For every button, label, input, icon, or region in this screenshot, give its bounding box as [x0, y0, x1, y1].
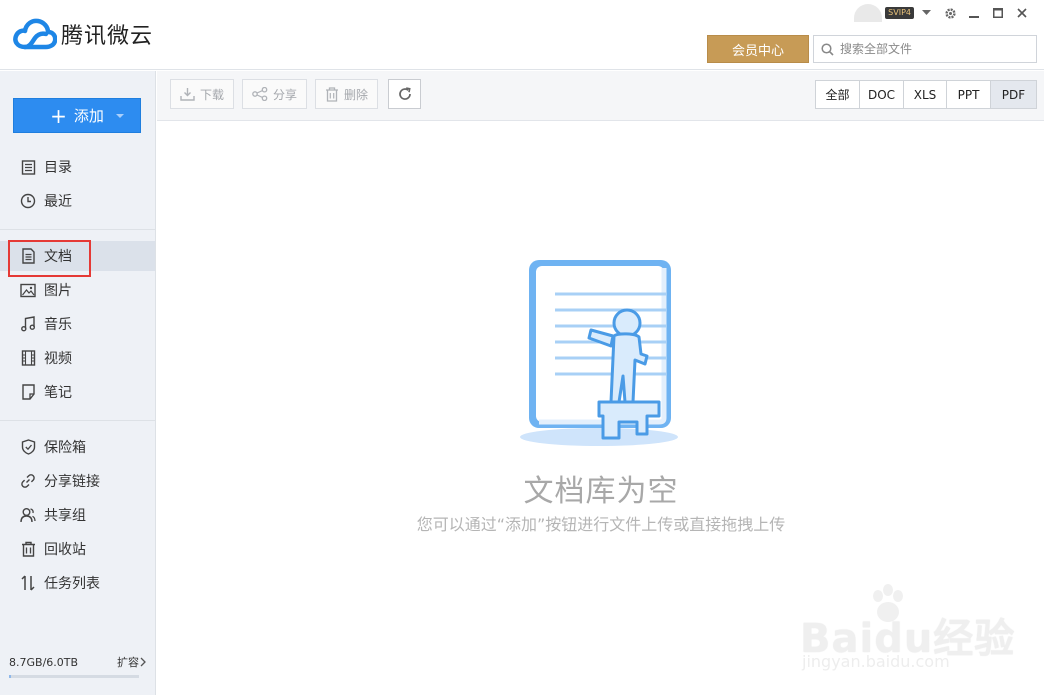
empty-documents-illustration — [520, 260, 678, 446]
sidebar-item-label: 回收站 — [44, 542, 86, 558]
close-icon — [1017, 8, 1027, 18]
member-center-button[interactable]: 会员中心 — [707, 35, 809, 63]
empty-state-title: 文档库为空 — [523, 474, 679, 509]
trash-icon — [326, 86, 338, 102]
empty-state-subtitle: 您可以通过“添加”按钮进行文件上传或直接拖拽上传 — [416, 515, 786, 534]
cloud-logo-icon — [13, 18, 57, 50]
sidebar-item-recycle-bin[interactable]: 回收站 — [0, 534, 155, 564]
document-icon — [20, 248, 36, 264]
chevron-down-icon — [921, 10, 931, 15]
search-icon — [821, 42, 834, 56]
gear-icon — [944, 7, 956, 19]
add-button[interactable]: + 添加 — [13, 98, 141, 133]
app-title: 腾讯微云 — [61, 24, 154, 49]
filter-all[interactable]: 全部 — [816, 81, 860, 108]
download-label: 下载 — [200, 87, 225, 102]
music-icon — [20, 316, 36, 332]
delete-label: 删除 — [344, 87, 369, 102]
toolbar: 下载 分享 删除 全部 DOC XLS PPT PDF — [157, 71, 1044, 121]
vip-badge: SVIP4 — [885, 7, 914, 19]
maximize-button[interactable] — [986, 4, 1010, 22]
video-icon — [20, 350, 36, 366]
note-icon — [20, 384, 36, 400]
share-button[interactable]: 分享 — [242, 79, 308, 109]
file-type-filter: 全部 DOC XLS PPT PDF — [815, 80, 1037, 109]
sidebar-item-documents[interactable]: 文档 — [0, 241, 155, 271]
filter-ppt[interactable]: PPT — [947, 81, 991, 108]
storage-usage-text: 8.7GB/6.0TB — [9, 655, 79, 669]
filter-pdf[interactable]: PDF — [991, 81, 1036, 108]
search-input[interactable] — [840, 42, 1030, 56]
shield-icon — [20, 439, 36, 455]
sidebar-item-music[interactable]: 音乐 — [0, 309, 155, 339]
share-label: 分享 — [273, 87, 298, 102]
sidebar-divider — [0, 420, 155, 421]
sidebar-item-safe-box[interactable]: 保险箱 — [0, 432, 155, 462]
sidebar-item-label: 视频 — [44, 351, 72, 367]
storage-progress-fill — [9, 675, 11, 678]
sidebar-item-task-list[interactable]: 任务列表 — [0, 568, 155, 598]
sidebar-item-label: 分享链接 — [44, 474, 100, 490]
sidebar-item-video[interactable]: 视频 — [0, 343, 155, 373]
refresh-icon — [398, 87, 411, 100]
search-box[interactable] — [813, 35, 1037, 63]
avatar[interactable] — [854, 4, 883, 22]
sidebar-item-label: 最近 — [44, 194, 72, 210]
expand-storage-link[interactable]: 扩容 — [117, 654, 147, 670]
link-icon — [20, 473, 36, 489]
sidebar-item-label: 文档 — [44, 249, 72, 265]
trash-icon — [20, 541, 36, 557]
sidebar-item-label: 保险箱 — [44, 440, 86, 456]
plus-icon: + — [50, 103, 67, 128]
baidu-watermark: Baidu经验 jingyan.baidu.com — [800, 582, 1040, 674]
download-icon — [180, 88, 195, 101]
close-button[interactable] — [1010, 4, 1034, 22]
refresh-button[interactable] — [388, 79, 421, 109]
sidebar-item-share-links[interactable]: 分享链接 — [0, 466, 155, 496]
sidebar: + 添加 目录 最近 文档 图片 音乐 视频 笔记 保险箱 分享链接 共享组 回… — [0, 71, 156, 695]
filter-xls[interactable]: XLS — [904, 81, 947, 108]
minimize-button[interactable] — [962, 4, 986, 22]
sidebar-item-label: 目录 — [44, 160, 72, 176]
group-icon — [20, 507, 36, 523]
sidebar-item-share-group[interactable]: 共享组 — [0, 500, 155, 530]
account-menu-caret[interactable] — [914, 4, 938, 22]
app-logo: 腾讯微云 — [13, 16, 153, 52]
sidebar-item-recent[interactable]: 最近 — [0, 186, 155, 216]
sidebar-item-label: 图片 — [44, 283, 72, 299]
share-icon — [252, 87, 268, 101]
storage-progress-bar — [9, 675, 139, 678]
download-button[interactable]: 下载 — [170, 79, 235, 109]
sidebar-item-notes[interactable]: 笔记 — [0, 377, 155, 407]
window-controls: SVIP4 — [854, 4, 1034, 22]
clock-icon — [20, 193, 36, 209]
filter-doc[interactable]: DOC — [860, 81, 904, 108]
sidebar-item-label: 任务列表 — [44, 576, 100, 592]
sidebar-divider — [0, 229, 155, 230]
settings-button[interactable] — [938, 4, 962, 22]
expand-storage-label: 扩容 — [117, 656, 139, 669]
title-bar: 腾讯微云 SVIP4 会员中心 — [0, 0, 1044, 70]
sidebar-item-label: 共享组 — [44, 508, 86, 524]
directory-icon — [20, 159, 36, 175]
sidebar-item-directory[interactable]: 目录 — [0, 152, 155, 182]
add-dropdown-caret-icon — [116, 114, 124, 118]
maximize-icon — [993, 8, 1003, 18]
image-icon — [20, 282, 36, 298]
chevron-right-icon — [140, 657, 146, 667]
sidebar-item-label: 音乐 — [44, 317, 72, 333]
minimize-icon — [969, 16, 979, 18]
storage-info: 8.7GB/6.0TB 扩容 — [9, 654, 147, 670]
transfer-icon — [20, 575, 36, 591]
watermark-url: jingyan.baidu.com — [802, 652, 950, 671]
sidebar-item-images[interactable]: 图片 — [0, 275, 155, 305]
add-button-label: 添加 — [73, 107, 104, 125]
delete-button[interactable]: 删除 — [315, 79, 379, 109]
sidebar-item-label: 笔记 — [44, 385, 72, 401]
